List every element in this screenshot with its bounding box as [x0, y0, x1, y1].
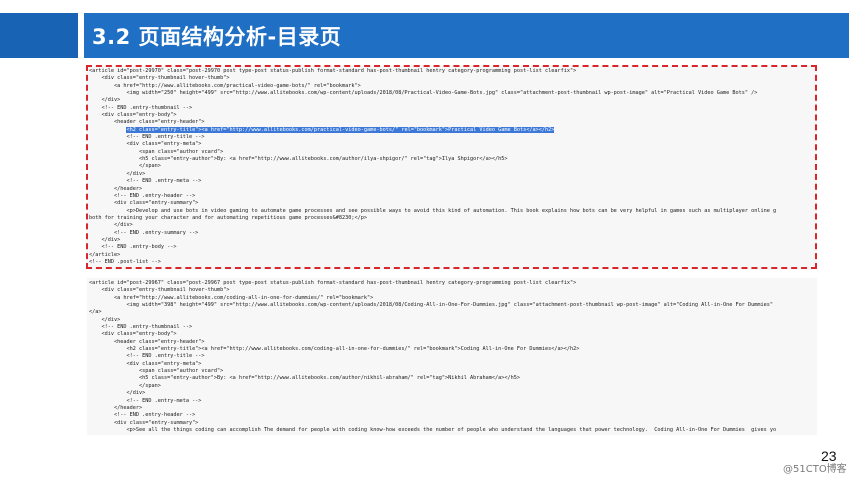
dashed-highlight-frame [86, 65, 817, 269]
header-accent-block [0, 13, 78, 58]
header-divider [78, 13, 84, 58]
watermark: @51CTO博客 [783, 464, 847, 475]
code-panel-post-29967[interactable]: <article id="post-29967" class="post-299… [87, 278, 817, 435]
code-block-2: <article id="post-29967" class="post-299… [89, 280, 777, 433]
slide-title: 3.2 页面结构分析-目录页 [92, 25, 342, 49]
slide-header-bar: 3.2 页面结构分析-目录页 [0, 13, 849, 58]
